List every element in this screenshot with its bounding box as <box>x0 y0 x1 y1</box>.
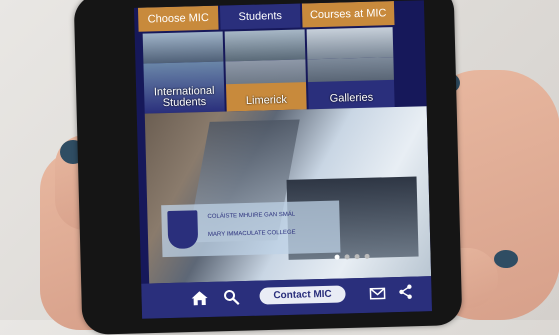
tile-galleries[interactable]: Galleries <box>307 57 395 110</box>
search-icon[interactable] <box>221 287 242 308</box>
banner-line-2: MARY IMMACULATE COLLEGE <box>207 229 296 238</box>
photo-tile-1 <box>142 31 224 64</box>
tab-students[interactable]: Students <box>219 3 301 30</box>
tile-international-students[interactable]: International Students <box>143 61 225 114</box>
photo-tile-3 <box>306 27 394 60</box>
tile-limerick-label: Limerick <box>245 93 288 107</box>
contact-button[interactable]: Contact MIC <box>259 285 346 305</box>
mail-icon[interactable] <box>367 284 387 303</box>
tile-limerick[interactable]: Limerick <box>225 59 307 112</box>
tab-choose-mic[interactable]: Choose MIC <box>137 5 219 32</box>
carousel-dot[interactable] <box>334 254 340 260</box>
share-icon[interactable] <box>395 282 416 303</box>
tab-courses[interactable]: Courses at MIC <box>301 1 395 28</box>
phone-screen: Choose MIC Students Courses at MIC Inter… <box>133 0 433 319</box>
home-icon[interactable] <box>189 288 210 309</box>
banner-line-1: COLÁISTE MHUIRE GAN SMÁL <box>207 211 296 220</box>
carousel-dot[interactable] <box>344 254 350 260</box>
tile-galleries-label: Galleries <box>329 91 374 105</box>
hero-building-image: COLÁISTE MHUIRE GAN SMÁL MARY IMMACULATE… <box>144 106 432 284</box>
college-crest-icon <box>167 210 199 250</box>
tile-international-students-label: International Students <box>153 84 215 110</box>
college-banner: COLÁISTE MHUIRE GAN SMÁL MARY IMMACULATE… <box>161 200 341 258</box>
carousel-dot[interactable] <box>354 254 360 260</box>
right-finger-nail <box>494 250 518 268</box>
carousel-dot[interactable] <box>364 253 370 259</box>
photo-tile-2 <box>224 29 306 62</box>
